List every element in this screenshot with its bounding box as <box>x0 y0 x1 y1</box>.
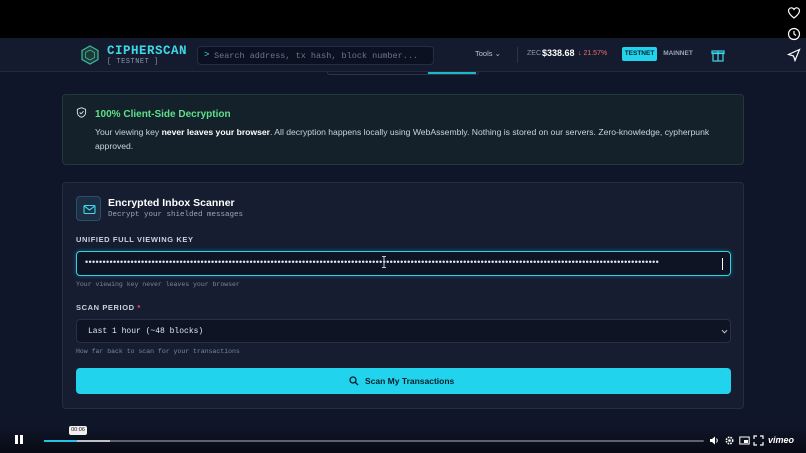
ticker-symbol: ZEC <box>527 50 541 57</box>
page-tabs <box>327 72 479 75</box>
fullscreen-icon[interactable] <box>753 435 764 446</box>
mail-icon-box <box>76 196 101 221</box>
active-tab-indicator <box>428 72 476 74</box>
volume-icon[interactable] <box>709 435 720 446</box>
price-change: ↓ 21.57% <box>578 50 608 57</box>
text-caret <box>722 258 723 270</box>
vimeo-logo[interactable]: vimeo <box>768 435 794 445</box>
zec-price: $338.68 <box>542 48 575 58</box>
clock-icon[interactable] <box>787 27 801 41</box>
viewing-key-hint: Your viewing key never leaves your brows… <box>76 281 240 288</box>
notice-body-emphasis: never leaves your browser <box>161 127 270 137</box>
shield-check-icon <box>76 107 87 118</box>
scan-period-label: SCAN PERIOD * <box>76 303 141 312</box>
notice-body: Your viewing key never leaves your brows… <box>95 126 725 153</box>
scanner-title: Encrypted Inbox Scanner <box>108 197 235 209</box>
search-input[interactable] <box>214 48 429 63</box>
progress-played <box>44 440 77 442</box>
chevron-down-icon: ⌄ <box>494 49 501 58</box>
ibeam-cursor-icon <box>382 256 386 268</box>
scan-period-label-text: SCAN PERIOD <box>76 303 135 312</box>
video-frame: CIPHERSCAN [ TESTNET ] > Tools ⌄ ZEC $33… <box>0 0 806 453</box>
logo-hexagon-icon[interactable] <box>80 45 100 65</box>
page: CIPHERSCAN [ TESTNET ] > Tools ⌄ ZEC $33… <box>0 38 806 453</box>
tools-label: Tools <box>475 49 493 58</box>
progress-buffered <box>77 440 110 442</box>
network-tag: [ TESTNET ] <box>107 58 159 66</box>
viewing-key-label: UNIFIED FULL VIEWING KEY <box>76 235 194 244</box>
search-prompt: > <box>204 50 210 60</box>
scan-transactions-button[interactable]: Scan My Transactions <box>76 368 731 394</box>
scan-button-label: Scan My Transactions <box>365 376 455 386</box>
required-marker: * <box>137 303 141 312</box>
tools-menu[interactable]: Tools ⌄ <box>475 49 501 58</box>
inbox-scanner-card: Encrypted Inbox Scanner Decrypt your shi… <box>62 182 744 409</box>
chevron-down-icon <box>721 329 728 334</box>
send-icon[interactable] <box>787 48 801 62</box>
notice-title: 100% Client-Side Decryption <box>95 109 231 120</box>
time-tooltip: 00:06 <box>69 426 87 435</box>
viewing-key-input[interactable]: ••••••••••••••••••••••••••••••••••••••••… <box>76 251 731 276</box>
privacy-notice: 100% Client-Side Decryption Your viewing… <box>62 94 744 165</box>
viewing-key-value: ••••••••••••••••••••••••••••••••••••••••… <box>85 257 660 267</box>
heart-icon[interactable] <box>787 6 801 20</box>
progress-bar[interactable] <box>44 440 704 442</box>
brand-name[interactable]: CIPHERSCAN <box>107 44 187 58</box>
notice-body-text: Your viewing key <box>95 127 162 137</box>
mail-icon <box>83 204 96 215</box>
search-icon <box>349 376 359 386</box>
picture-in-picture-icon[interactable] <box>739 435 750 446</box>
testnet-toggle[interactable]: TESTNET <box>622 47 657 61</box>
mainnet-toggle[interactable]: MAINNET <box>660 47 696 61</box>
scanner-subtitle: Decrypt your shielded messages <box>108 211 244 219</box>
gift-icon[interactable] <box>710 47 726 63</box>
scan-period-hint: How far back to scan for your transactio… <box>76 348 240 355</box>
scan-period-value: Last 1 hour (~48 blocks) <box>88 327 204 336</box>
search-bar[interactable]: > <box>197 46 434 65</box>
settings-gear-icon[interactable] <box>724 435 735 446</box>
scan-period-select[interactable]: Last 1 hour (~48 blocks) <box>76 319 731 343</box>
pause-icon[interactable] <box>14 434 24 445</box>
header-divider <box>517 47 518 63</box>
top-navbar: CIPHERSCAN [ TESTNET ] > Tools ⌄ ZEC $33… <box>0 38 806 72</box>
